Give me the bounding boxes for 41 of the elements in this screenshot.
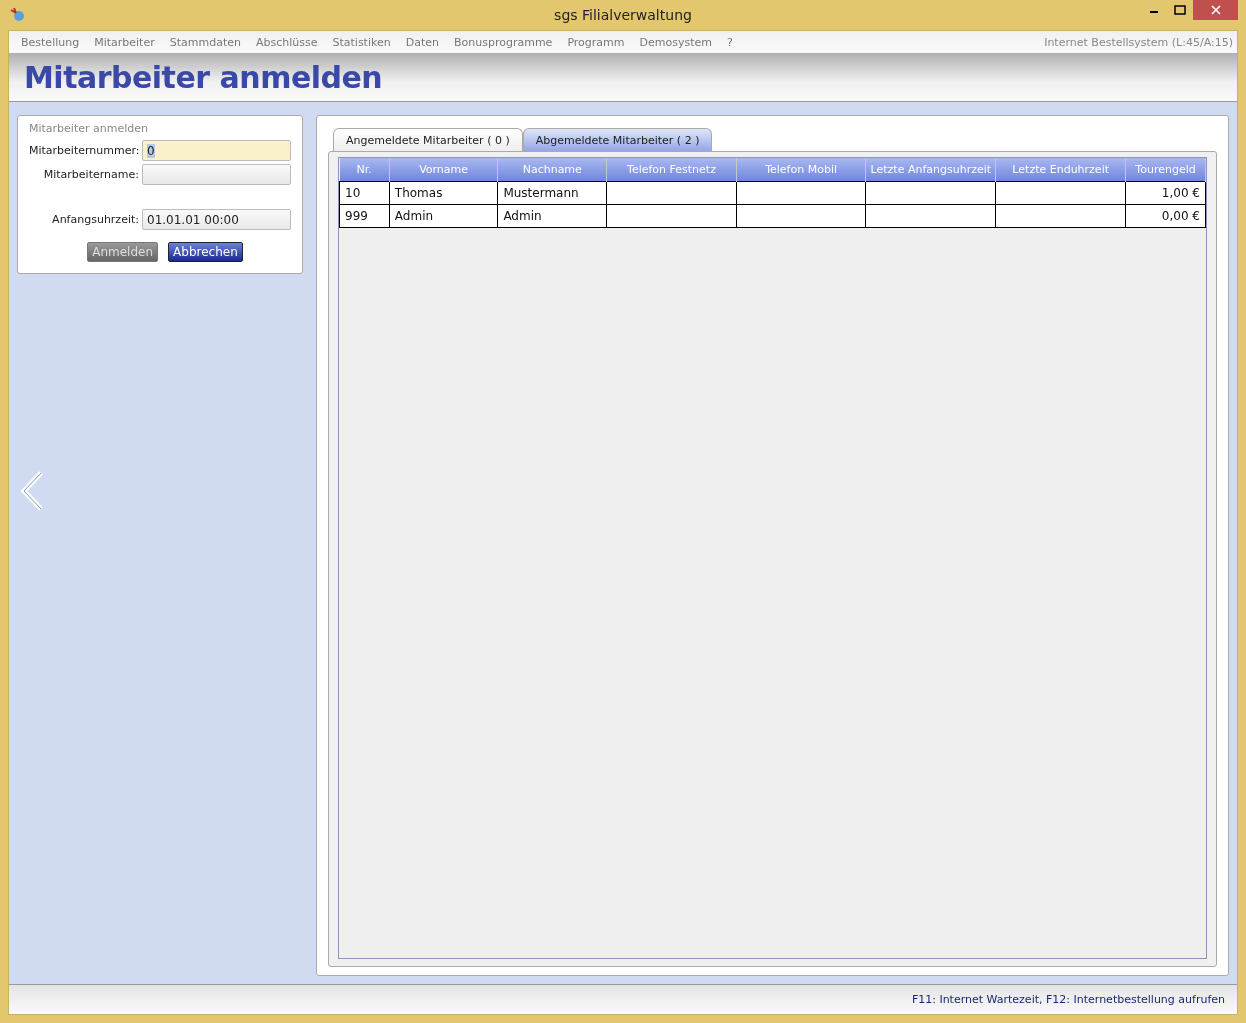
column-header[interactable]: Telefon Mobil	[736, 158, 866, 182]
table-cell: 10	[339, 181, 390, 205]
table-cell: Admin	[389, 204, 498, 228]
column-header[interactable]: Telefon Festnetz	[606, 158, 737, 182]
menu-item[interactable]: ?	[720, 35, 742, 49]
column-header[interactable]: Nr.	[339, 158, 390, 182]
menu-item[interactable]: Bonusprogramme	[448, 35, 562, 49]
window-title: sgs Filialverwaltung	[553, 7, 693, 23]
menu-item[interactable]: Statistiken	[326, 35, 400, 49]
table-cell: 999	[339, 204, 390, 228]
field-label: Mitarbeiternummer:	[29, 144, 141, 157]
menu-item[interactable]: Demosystem	[633, 35, 721, 49]
menu-item[interactable]: Programm	[561, 35, 634, 49]
menu-item[interactable]: Stammdaten	[163, 35, 250, 49]
column-header[interactable]: Nachname	[497, 158, 607, 182]
field-label: Mitarbeitername:	[42, 168, 140, 181]
field-label: Anfangsuhrzeit:	[51, 213, 140, 226]
table-cell: Mustermann	[497, 181, 607, 205]
menu-item[interactable]: Bestellung	[15, 35, 89, 49]
status-text: F11: Internet Wartezeit, F12: Internetbestellung aufrufen	[911, 993, 1225, 1006]
tab[interactable]: Angemeldete Mitarbeiter ( 0 )	[333, 128, 523, 151]
column-header[interactable]: Vorname	[389, 158, 498, 182]
column-header[interactable]: Letzte Enduhrzeit	[995, 158, 1126, 182]
card-title: Mitarbeiter anmelden	[29, 122, 149, 135]
column-header[interactable]: Letzte Anfangsuhrzeit	[865, 158, 996, 182]
app-logo-icon	[9, 6, 27, 24]
table-cell: Thomas	[389, 181, 498, 205]
tab[interactable]: Abgemeldete Mitarbeiter ( 2 )	[522, 128, 713, 151]
maximize-icon	[1174, 5, 1186, 15]
system-info: Internet Bestellsystem (L:45/A:15)	[1044, 35, 1233, 49]
column-header[interactable]: Tourengeld	[1125, 158, 1206, 182]
input-field[interactable]	[142, 164, 291, 185]
input-field[interactable]: 0	[142, 140, 291, 161]
cancel-button[interactable]: Abbrechen	[168, 242, 243, 262]
page-title: Mitarbeiter anmelden	[24, 59, 383, 95]
input-field[interactable]: 01.01.01 00:00	[142, 209, 291, 230]
menu-item[interactable]: Abschlüsse	[249, 35, 327, 49]
close-icon	[1210, 5, 1221, 15]
table-cell: 1,00 €	[1125, 181, 1206, 205]
menu-item[interactable]: Daten	[399, 35, 448, 49]
menu-item[interactable]: Mitarbeiter	[88, 35, 164, 49]
